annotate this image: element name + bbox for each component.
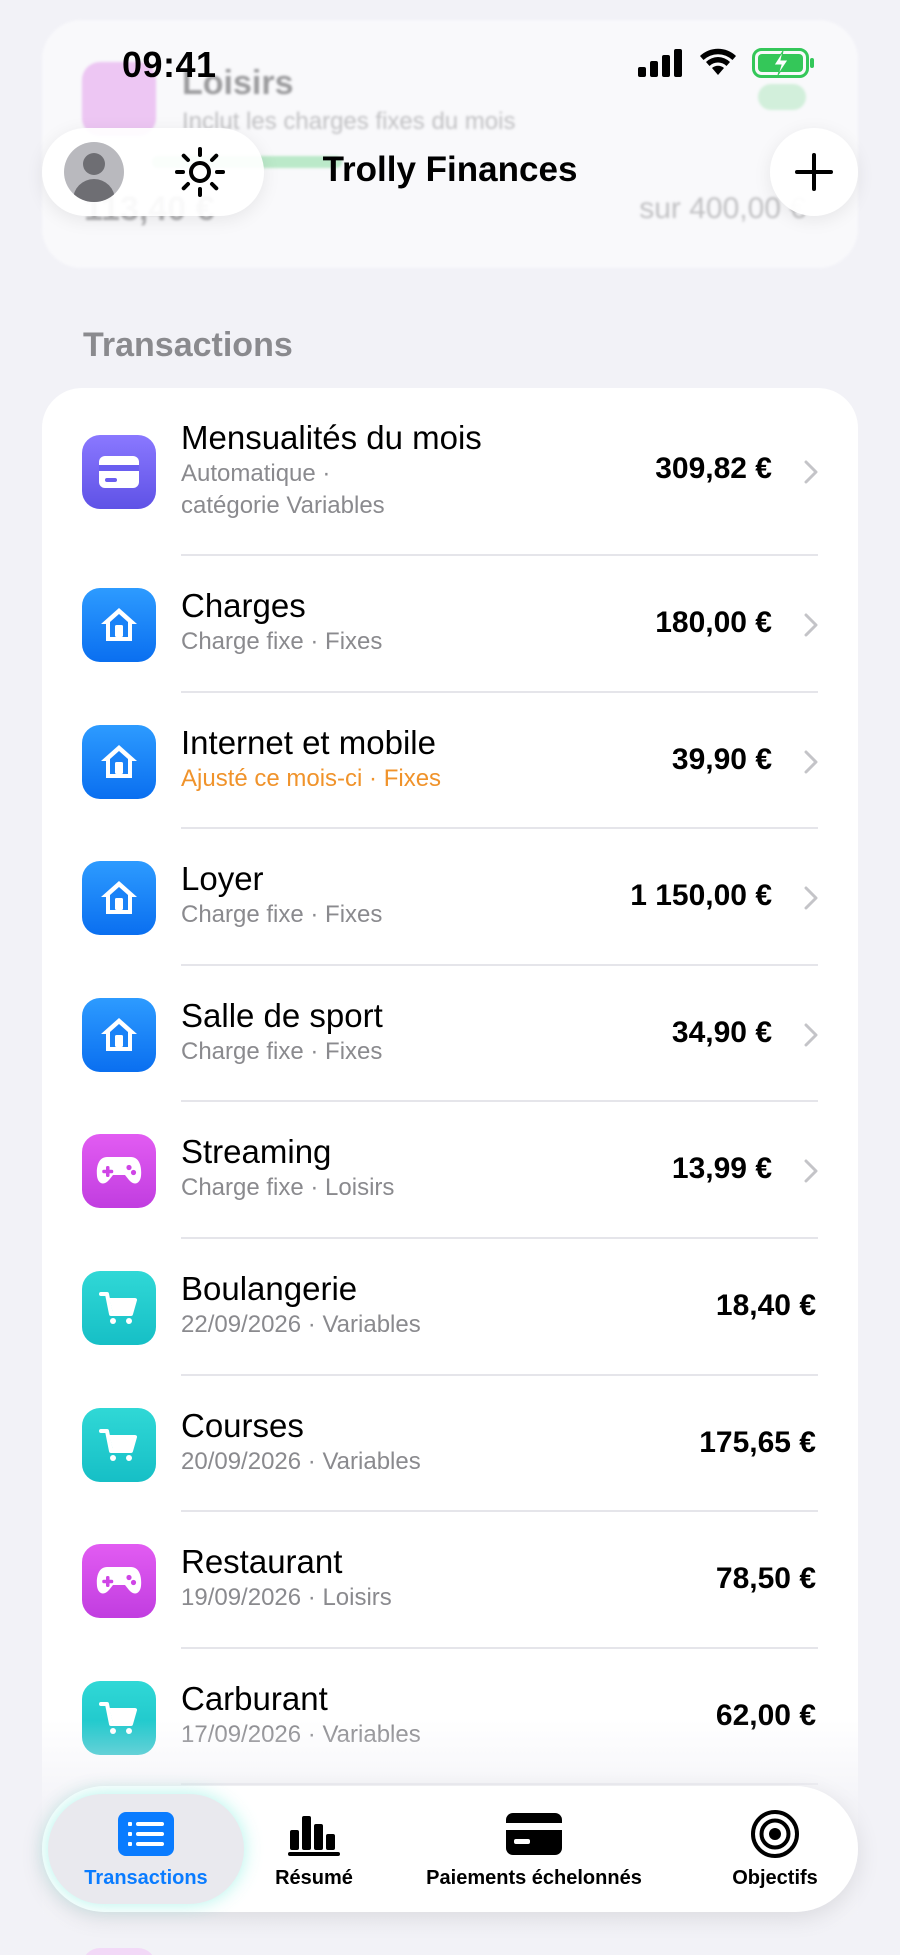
transaction-subtitle: Charge fixe · Fixes: [181, 628, 383, 655]
transaction-subtitle: Automatique ·: [181, 460, 331, 487]
status-bar: 09:41: [0, 0, 900, 110]
chevron-right-icon: [804, 1023, 818, 1047]
status-time: 09:41: [122, 44, 217, 85]
transaction-title: Carburant: [181, 1679, 328, 1717]
transaction-title: Mensualités du mois: [181, 419, 482, 456]
tab-label: Objectifs: [732, 1866, 818, 1889]
status-icons: [638, 48, 816, 78]
tab-paiements-echelonnes[interactable]: Paiements échelonnés: [384, 1786, 684, 1912]
app-title: Trolly Finances: [322, 150, 578, 189]
transaction-amount: 1 150,00 €: [630, 879, 772, 913]
transaction-subtitle: Ajusté ce mois-ci · Fixes: [181, 764, 442, 792]
transaction-subtitle: Charge fixe · Loisirs: [181, 1174, 395, 1202]
transaction-row[interactable]: Streaming Charge fixe · Loisirs 13,99 €: [42, 1102, 858, 1239]
tab-resume[interactable]: Résumé: [254, 1786, 374, 1912]
transaction-amount: 39,90 €: [671, 742, 772, 776]
tab-objectifs[interactable]: Objectifs: [708, 1786, 842, 1912]
gamepad-icon: [82, 1134, 156, 1209]
transaction-row[interactable]: Mensualités du mois Automatique · catégo…: [42, 388, 858, 556]
transaction-row[interactable]: Courses 20/09/2026 · Variables 175,65 €: [42, 1376, 858, 1513]
transaction-subtitle: Charge fixe · Fixes: [181, 901, 383, 929]
house-icon: [82, 997, 156, 1072]
transaction-row[interactable]: Loyer Charge fixe · Fixes 1 150,00 €: [42, 829, 858, 966]
tab-transactions[interactable]: Transactions: [48, 1786, 244, 1912]
transaction-title: Restaurant: [181, 1543, 343, 1581]
chevron-right-icon: [804, 460, 818, 484]
transaction-title: Boulangerie: [181, 1270, 358, 1307]
transaction-row[interactable]: Boulangerie 22/09/2026 · Variables 18,40 €: [42, 1239, 858, 1376]
tab-label: Résumé: [275, 1866, 353, 1889]
plus-icon: [795, 153, 833, 191]
card-icon: [82, 435, 156, 509]
transaction-title: Charges: [181, 587, 306, 624]
transaction-subtitle: 19/09/2026 · Loisirs: [181, 1584, 392, 1612]
tab-label: Transactions: [84, 1866, 208, 1889]
transaction-title: Streaming: [181, 1133, 332, 1171]
wifi-icon: [700, 48, 736, 75]
house-icon: [82, 588, 156, 662]
transaction-amount: 13,99 €: [671, 1152, 772, 1186]
chevron-right-icon: [804, 886, 818, 910]
house-icon: [82, 724, 156, 799]
cart-icon: [82, 1407, 156, 1482]
transaction-row[interactable]: Internet et mobile Ajusté ce mois-ci · Fi…: [42, 693, 858, 830]
transaction-title: Internet et mobile: [181, 723, 436, 761]
transaction-subtitle: catégorie Variables: [181, 492, 385, 519]
add-transaction-button[interactable]: [770, 128, 858, 216]
signal-icon: [638, 49, 682, 77]
target-icon: [751, 1809, 799, 1858]
transaction-amount: 34,90 €: [671, 1015, 772, 1049]
bar-chart-icon: [288, 1815, 340, 1856]
battery-charging-icon: [752, 48, 814, 78]
tab-bar: Transactions Résumé Paiements échelonnés…: [42, 1786, 858, 1912]
transaction-row[interactable]: Charges Charge fixe · Fixes 180,00 €: [42, 556, 858, 693]
transaction-title: Courses: [181, 1406, 304, 1444]
transaction-subtitle: 22/09/2026 · Variables: [181, 1311, 421, 1338]
house-icon: [82, 861, 156, 936]
transaction-row[interactable]: Restaurant 19/09/2026 · Loisirs 78,50 €: [42, 1512, 858, 1649]
transaction-subtitle: Charge fixe · Fixes: [181, 1037, 383, 1065]
section-title: Transactions: [83, 326, 293, 364]
chevron-right-icon: [804, 750, 818, 774]
list-icon: [118, 1811, 174, 1856]
transaction-amount: 175,65 €: [699, 1425, 816, 1459]
transaction-amount: 309,82 €: [655, 452, 772, 485]
gamepad-icon: [82, 1544, 156, 1619]
chevron-right-icon: [804, 613, 818, 637]
transaction-amount: 18,40 €: [715, 1289, 816, 1322]
transaction-amount: 180,00 €: [655, 606, 772, 639]
cart-icon: [82, 1271, 156, 1345]
transaction-amount: 78,50 €: [715, 1562, 816, 1596]
tab-label: Paiements échelonnés: [426, 1866, 642, 1889]
background-next-row-icon: [82, 1948, 156, 1955]
transaction-title: Salle de sport: [181, 996, 383, 1034]
chevron-right-icon: [804, 1159, 818, 1183]
card-icon: [506, 1812, 562, 1855]
transaction-row[interactable]: Salle de sport Charge fixe · Fixes 34,90 €: [42, 966, 858, 1103]
transaction-title: Loyer: [181, 860, 264, 898]
transaction-subtitle: 20/09/2026 · Variables: [181, 1447, 421, 1475]
